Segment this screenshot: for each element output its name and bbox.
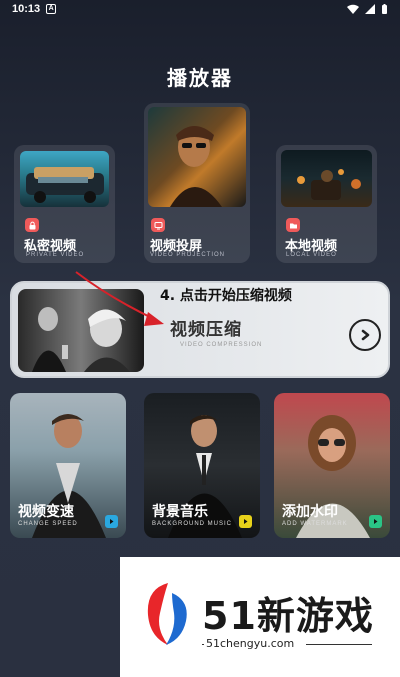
change-speed-label: 视频变速 bbox=[18, 504, 74, 520]
status-left: 10:13 A bbox=[12, 3, 57, 15]
battery-icon bbox=[382, 3, 387, 14]
lock-icon bbox=[25, 218, 39, 232]
status-time: 10:13 bbox=[12, 3, 41, 15]
change-speed-sub: CHANGE SPEED bbox=[18, 521, 78, 527]
folder-icon bbox=[286, 218, 300, 232]
watermark-line-left bbox=[202, 644, 204, 645]
background-music-sub: BACKGROUND MUSIC bbox=[152, 521, 233, 527]
private-video-card[interactable]: 私密视频 PRIVATE VIDEO bbox=[14, 145, 115, 263]
watermark-brand-text: 51新游戏 bbox=[202, 594, 374, 638]
status-right bbox=[347, 3, 388, 15]
status-bar: 10:13 A bbox=[0, 0, 400, 18]
chevron-right-button[interactable] bbox=[349, 319, 381, 351]
brand-logo-icon bbox=[147, 583, 187, 645]
signal-icon bbox=[365, 4, 375, 14]
wifi-icon bbox=[347, 4, 359, 14]
video-projection-thumbnail bbox=[148, 107, 246, 207]
private-video-thumbnail bbox=[20, 151, 109, 207]
local-video-sub: LOCAL VIDEO bbox=[286, 252, 337, 258]
private-video-sub: PRIVATE VIDEO bbox=[26, 252, 85, 258]
add-watermark-card[interactable]: 添加水印 ADD WATERMARK bbox=[274, 393, 390, 538]
local-video-thumbnail bbox=[281, 150, 372, 207]
play-icon bbox=[105, 515, 118, 528]
watermark-url: 51chengyu.com bbox=[206, 637, 295, 650]
video-compression-title: 视频压缩 bbox=[170, 320, 242, 340]
background-music-card[interactable]: 背景音乐 BACKGROUND MUSIC bbox=[144, 393, 260, 538]
watermark-line-right bbox=[306, 644, 372, 645]
video-compression-sub: VIDEO COMPRESSION bbox=[180, 342, 263, 348]
cast-icon bbox=[151, 218, 165, 232]
video-projection-sub: VIDEO PROJECTION bbox=[150, 252, 226, 258]
play-icon bbox=[239, 515, 252, 528]
local-video-card[interactable]: 本地视频 LOCAL VIDEO bbox=[276, 145, 377, 263]
chevron-right-icon bbox=[361, 329, 370, 341]
notification-badge-icon: A bbox=[46, 4, 57, 14]
annotation-arrow-icon bbox=[75, 271, 164, 326]
add-watermark-label: 添加水印 bbox=[282, 504, 338, 520]
add-watermark-sub: ADD WATERMARK bbox=[282, 521, 348, 527]
page-title: 播放器 bbox=[167, 66, 233, 90]
site-watermark: 51新游戏 51chengyu.com bbox=[120, 557, 400, 677]
video-projection-card[interactable]: 视频投屏 VIDEO PROJECTION bbox=[144, 103, 250, 263]
change-speed-card[interactable]: 视频变速 CHANGE SPEED bbox=[10, 393, 126, 538]
background-music-label: 背景音乐 bbox=[152, 504, 208, 520]
annotation-text: 4. 点击开始压缩视频 bbox=[160, 288, 292, 304]
play-icon bbox=[369, 515, 382, 528]
